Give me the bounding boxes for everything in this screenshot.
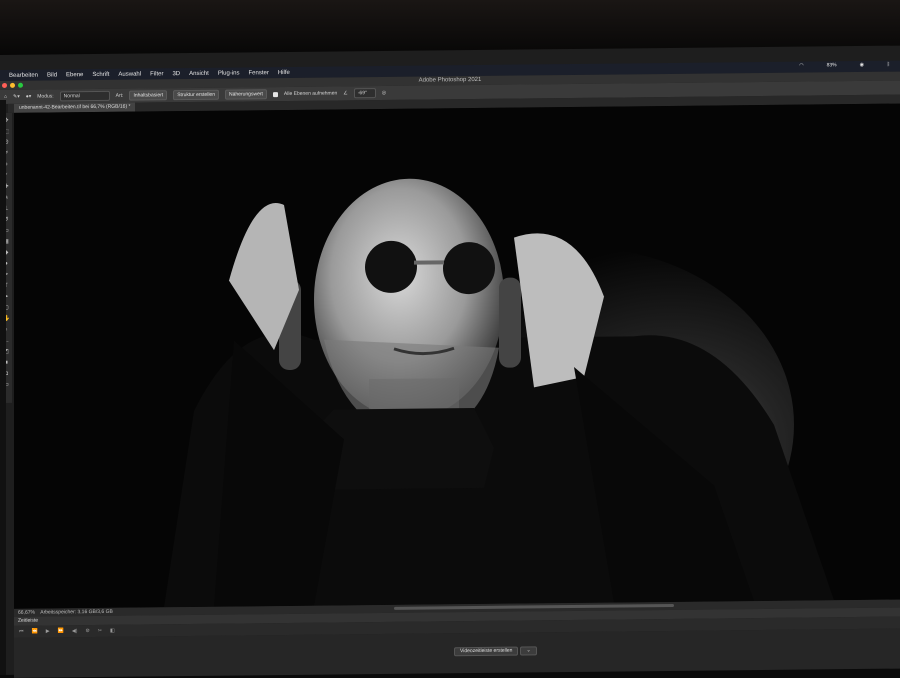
mode-label: Modus: [37, 93, 54, 100]
system-tray: ◠ 83% ◉ ᛒ [790, 62, 890, 69]
spot-healing-brush-icon[interactable]: ✎▾ [13, 94, 20, 100]
battery-level[interactable]: 83% [827, 62, 837, 68]
create-video-timeline-button[interactable]: Videozeitleiste erstellen [454, 646, 519, 657]
menu-item-3d[interactable]: 3D [172, 71, 180, 77]
transition-icon[interactable]: ◧ [110, 628, 115, 634]
wifi-icon[interactable]: ◠ [799, 63, 803, 69]
create-video-timeline-group: Videozeitleiste erstellen ⌄ [454, 646, 537, 657]
menu-item-bearbeiten[interactable]: Bearbeiten [9, 72, 38, 78]
monitor-bezel-left [0, 100, 6, 675]
sample-all-layers-checkbox[interactable] [272, 91, 278, 97]
window-controls [2, 82, 23, 88]
play-icon[interactable]: ▶ [46, 628, 50, 634]
brush-size-icon[interactable]: ●▾ [26, 94, 32, 100]
menu-item-hilfe[interactable]: Hilfe [278, 69, 290, 75]
split-icon[interactable]: ✂ [98, 628, 102, 634]
first-frame-icon[interactable]: ⏮ [19, 629, 24, 635]
menu-item-filter[interactable]: Filter [150, 71, 163, 77]
horizontal-scrollbar[interactable] [394, 603, 674, 610]
sample-all-layers-label: Alle Ebenen aufnehmen [283, 90, 338, 98]
mode-select[interactable]: Normal [59, 90, 110, 102]
window-title: Adobe Photoshop 2021 [418, 76, 482, 84]
zoom-window-icon[interactable] [18, 82, 23, 88]
screen: Bearbeiten Bild Ebene Schrift Auswahl Fi… [0, 45, 900, 678]
audio-icon[interactable]: ◀) [72, 628, 78, 634]
minimize-window-icon[interactable] [10, 82, 15, 88]
prev-frame-icon[interactable]: ⏪ [32, 629, 38, 635]
document-canvas[interactable] [14, 103, 900, 609]
close-window-icon[interactable] [2, 82, 7, 88]
bluetooth-icon[interactable]: ᛒ [887, 62, 890, 68]
menu-item-fenster[interactable]: Fenster [249, 70, 269, 76]
zoom-level[interactable]: 66,67% [18, 610, 35, 616]
control-center-icon[interactable]: ◉ [860, 62, 864, 68]
timeline-title[interactable]: Zeitleiste [18, 618, 38, 624]
settings-icon[interactable]: ⚙ [85, 628, 89, 634]
scratch-size[interactable]: Arbeitsspeicher: 3,16 GB/3,6 GB [40, 609, 113, 616]
photo-portrait [14, 103, 900, 609]
menu-item-schrift[interactable]: Schrift [92, 71, 109, 77]
menu-item-ansicht[interactable]: Ansicht [189, 70, 209, 76]
create-texture-button[interactable]: Struktur erstellen [173, 89, 219, 101]
angle-icon: ∠ [343, 90, 348, 97]
timeline-body: Videozeitleiste erstellen ⌄ [14, 628, 900, 678]
next-frame-icon[interactable]: ⏩ [58, 628, 64, 634]
menu-item-plugins[interactable]: Plug-ins [218, 70, 240, 76]
content-aware-button[interactable]: Inhaltsbasiert [129, 90, 168, 101]
menu-item-ebene[interactable]: Ebene [66, 72, 83, 78]
type-label: Art: [115, 92, 124, 99]
menu-item-auswahl[interactable]: Auswahl [118, 71, 141, 77]
angle-input[interactable]: -69° [353, 88, 376, 99]
menu-item-bild[interactable]: Bild [47, 72, 57, 78]
proximity-match-button[interactable]: Näherungswert [225, 89, 267, 100]
pressure-icon[interactable]: ◎ [382, 90, 386, 96]
timeline-dropdown-icon[interactable]: ⌄ [520, 646, 537, 656]
